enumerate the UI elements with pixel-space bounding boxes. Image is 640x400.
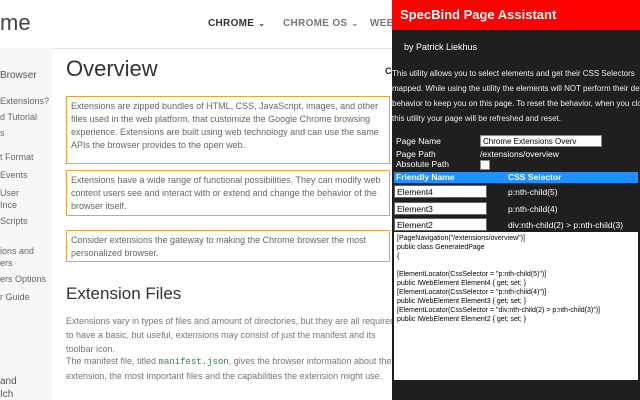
highlighted-paragraph-1[interactable]: Extensions are zipped bundles of HTML, C… [66, 96, 390, 164]
code-line: public class GeneratedPage [397, 244, 485, 251]
code-line: [ElementLocator(CssSelector = "div:nth-c… [397, 307, 600, 314]
manifest-code: manifest.json [158, 357, 229, 367]
sidebar-item[interactable]: t Format [0, 152, 34, 162]
absolute-path-label: Absolute Path [396, 159, 449, 169]
code-line: { [397, 253, 400, 260]
sidebar-item[interactable]: Scripts [0, 216, 28, 226]
specbind-panel: SpecBind Page Assistant by Patrick Liekh… [392, 0, 640, 400]
page-name-label: Page Name [396, 136, 441, 146]
sidebar-item[interactable]: Events [0, 170, 28, 180]
absolute-path-checkbox[interactable] [480, 160, 490, 170]
sidebar: Browser Extensions? d Tutorial s t Forma… [0, 48, 52, 400]
sidebar-item[interactable]: Extensions? [0, 96, 49, 106]
table-header: Friendly Name CSS Selector [394, 172, 638, 183]
sidebar-header[interactable]: Browser [0, 70, 37, 81]
description-line: mapped. While using the utility the elem… [392, 84, 640, 93]
body-paragraph: The manifest file, titled manifest.json,… [66, 354, 392, 383]
friendly-name-input[interactable] [394, 218, 487, 231]
friendly-name-header: Friendly Name [396, 172, 455, 182]
description-line: this utility your page will be refreshed… [392, 114, 561, 123]
sidebar-item[interactable]: User [0, 188, 19, 198]
css-selector-value: p:nth-child(5) [508, 187, 558, 197]
sidebar-item[interactable]: r Guide [0, 292, 30, 302]
highlighted-paragraph-2[interactable]: Extensions have a wide range of function… [66, 170, 390, 216]
page-path-value: /extensions/overview [480, 149, 559, 159]
section-title: Extension Files [66, 284, 182, 303]
nav-chrome-label: CHROME [208, 18, 255, 29]
nav-chrome-os[interactable]: CHROME OS ⌄ [283, 18, 358, 29]
panel-title: SpecBind Page Assistant [392, 0, 640, 30]
chevron-down-icon: ⌄ [258, 19, 266, 28]
sidebar-item[interactable]: and [0, 376, 17, 387]
description-line: This utility allows you to select elemen… [392, 69, 635, 78]
sidebar-item[interactable]: Ince [0, 200, 17, 210]
site-brand[interactable]: me [0, 10, 31, 36]
panel-description: This utility allows you to select elemen… [392, 66, 640, 126]
css-selector-header: CSS Selector [508, 172, 562, 182]
generated-code-box[interactable]: [PageNavigation("/extensions/overview")]… [394, 232, 638, 380]
sidebar-item[interactable]: ers Options [0, 274, 46, 284]
sidebar-item[interactable]: Ich [0, 389, 13, 400]
sidebar-item[interactable]: d Tutorial [0, 112, 37, 122]
nav-chrome-os-label: CHROME OS [283, 18, 348, 29]
page-title: Overview [66, 56, 158, 81]
friendly-name-input[interactable] [394, 202, 487, 215]
sidebar-item[interactable]: ers [0, 258, 13, 268]
code-line: [ElementLocator(CssSelector = "p:nth-chi… [397, 289, 547, 296]
site-header: me CHROME ⌄ CHROME OS ⌄ WEB S [0, 0, 404, 49]
page-name-input[interactable] [480, 135, 602, 147]
code-line: public IWebElement Element4 { get; set; … [397, 280, 527, 287]
description-line: behavior to keep you on this page. To re… [392, 99, 640, 108]
friendly-name-input[interactable] [394, 185, 487, 198]
chevron-down-icon: ⌄ [351, 19, 359, 28]
body-paragraph: Extensions vary in types of files and am… [66, 316, 392, 354]
nav-chrome[interactable]: CHROME ⌄ [208, 18, 265, 29]
css-selector-value: div:nth-child(2) > p:nth-child(3) [508, 220, 624, 230]
highlighted-paragraph-3[interactable]: Consider extensions the gateway to makin… [66, 230, 390, 262]
code-line: [ElementLocator(CssSelector = "p:nth-chi… [397, 271, 547, 278]
css-selector-value: p:nth-child(4) [508, 204, 558, 214]
main-content: Overview Extensions are zipped bundles o… [52, 48, 392, 400]
code-line: public IWebElement Element3 { get; set; … [397, 298, 527, 305]
code-line: [PageNavigation("/extensions/overview")] [397, 235, 525, 242]
page-path-label: Page Path [396, 149, 436, 159]
sidebar-item[interactable]: s [0, 128, 5, 138]
panel-author: by Patrick Liekhus [404, 42, 478, 52]
code-line: public IWebElement Element2 { get; set; … [397, 316, 527, 323]
sidebar-item[interactable]: ions and [0, 246, 34, 256]
para-text: The manifest file, titled [66, 356, 159, 366]
